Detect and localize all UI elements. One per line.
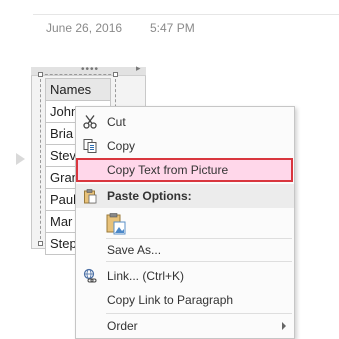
submenu-arrow-icon: [282, 322, 286, 330]
menu-item-label: Save As...: [107, 243, 162, 257]
paste-picture-button[interactable]: [106, 213, 126, 235]
menu-item-cut[interactable]: Cut: [76, 110, 294, 134]
table-header: Names: [45, 78, 111, 101]
menu-item-label: Copy Text from Picture: [107, 163, 229, 177]
copy-icon: [83, 139, 97, 153]
paragraph-marker-icon[interactable]: [16, 153, 25, 165]
menu-item-label: Paste Options:: [107, 189, 192, 203]
link-icon: [83, 268, 97, 283]
paste-options-header: Paste Options:: [76, 184, 294, 208]
menu-item-label: Copy Link to Paragraph: [107, 293, 234, 307]
resize-handle[interactable]: [38, 72, 43, 77]
resize-arrow-icon[interactable]: ▸: [136, 63, 141, 74]
scissors-icon: [83, 115, 97, 129]
note-time: 5:47 PM: [150, 21, 195, 35]
menu-separator: [106, 261, 292, 262]
resize-handle[interactable]: [38, 241, 43, 246]
menu-item-copy-link-to-paragraph[interactable]: Copy Link to Paragraph: [76, 288, 294, 312]
menu-item-save-as[interactable]: Save As...: [76, 238, 294, 262]
context-menu: Cut Copy Copy Text from Picture Paste Op…: [75, 106, 295, 339]
page-divider: [33, 14, 339, 15]
clipboard-icon: [84, 189, 97, 204]
menu-item-label: Cut: [107, 115, 126, 129]
menu-item-copy-text-from-picture[interactable]: Copy Text from Picture: [76, 158, 293, 182]
menu-item-label: Link... (Ctrl+K): [107, 269, 185, 283]
menu-item-link[interactable]: Link... (Ctrl+K): [76, 264, 294, 288]
resize-handle[interactable]: [113, 72, 118, 77]
menu-item-copy[interactable]: Copy: [76, 134, 294, 158]
menu-item-order[interactable]: Order: [76, 314, 294, 338]
menu-item-label: Order: [107, 319, 138, 333]
menu-item-label: Copy: [107, 139, 136, 153]
paste-picture-icon: [106, 213, 126, 235]
note-date: June 26, 2016: [46, 21, 123, 35]
